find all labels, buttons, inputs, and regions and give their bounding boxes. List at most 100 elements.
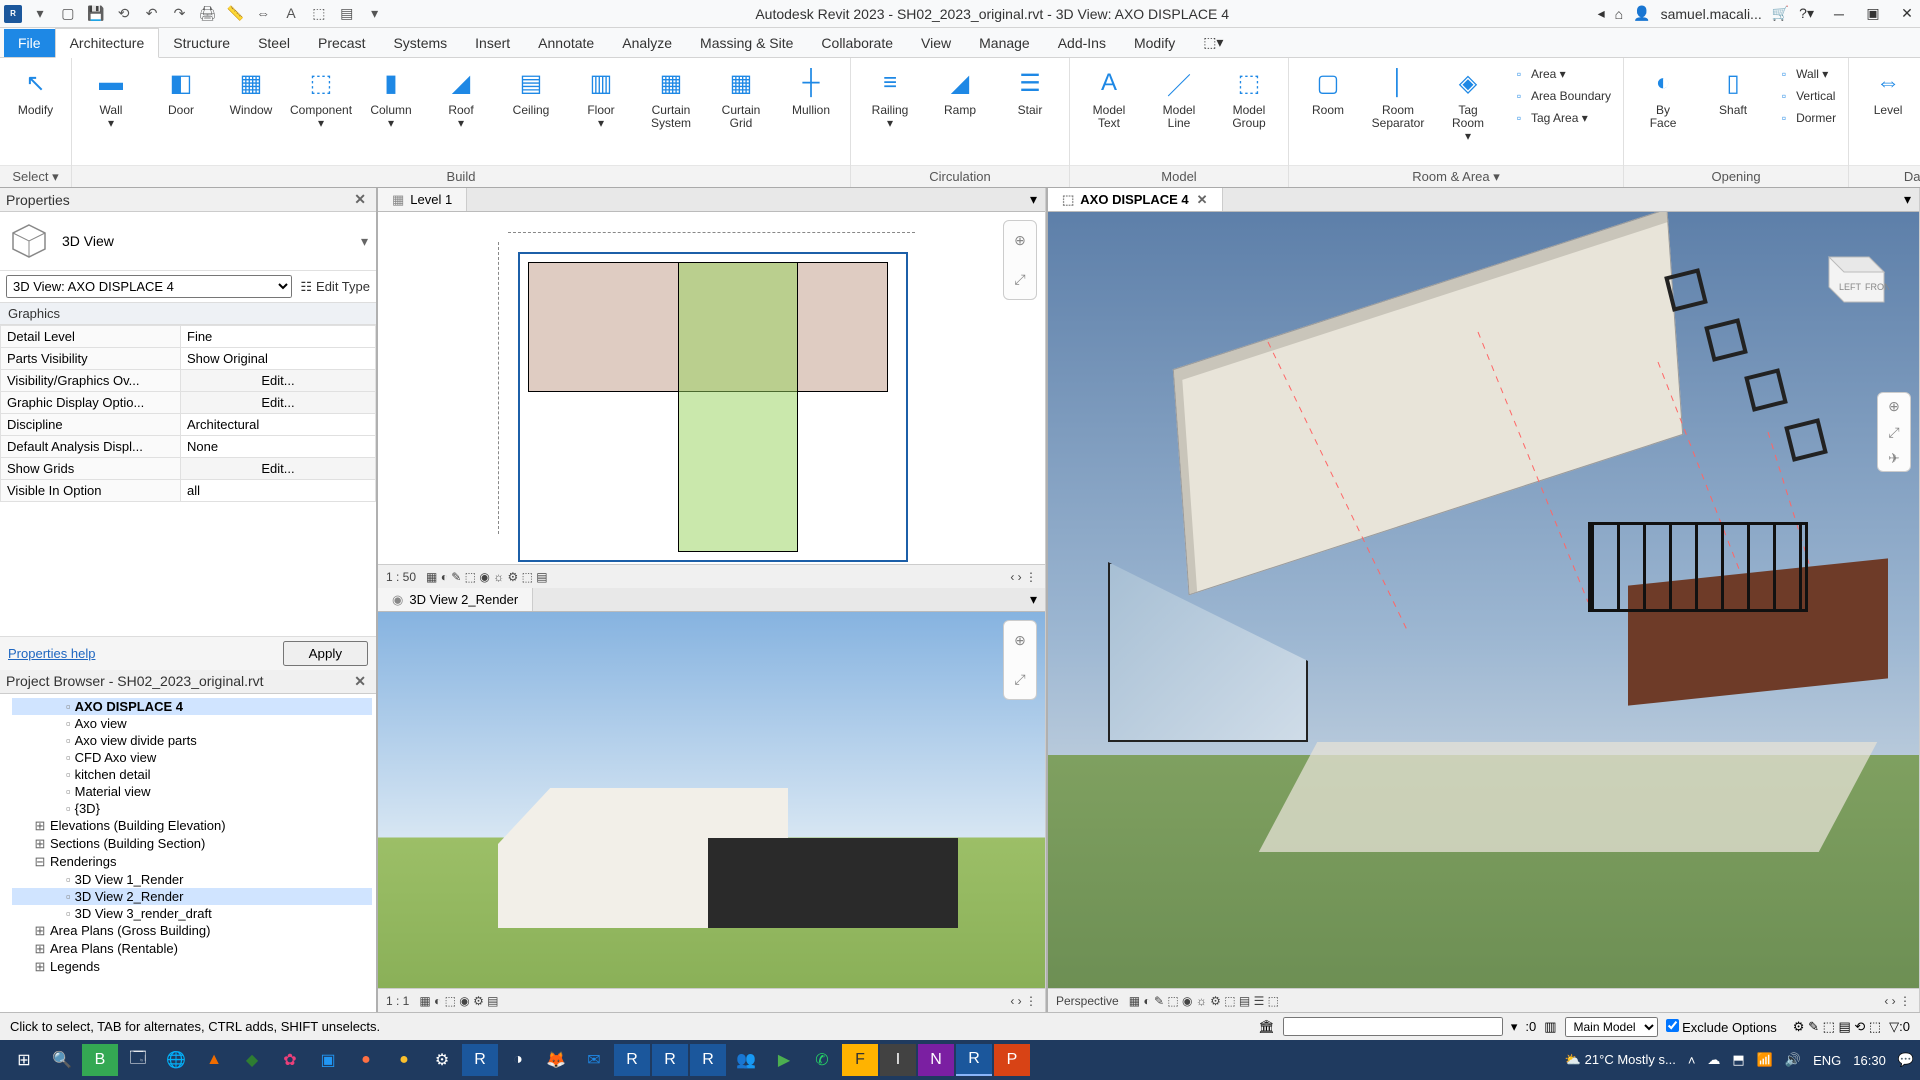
close-button[interactable]: ✕ bbox=[1898, 7, 1916, 21]
view-maximize-icon[interactable]: ▾ bbox=[1896, 188, 1919, 211]
ribbon-tab-collaborate[interactable]: Collaborate bbox=[807, 29, 907, 57]
viewcube[interactable]: LEFTFRONT bbox=[1809, 242, 1889, 312]
app-store-icon[interactable]: 🛒 bbox=[1772, 5, 1789, 22]
wall-button[interactable]: ▫Wall ▾ bbox=[1772, 64, 1840, 84]
properties-instance-select[interactable]: 3D View: AXO DISPLACE 4 bbox=[6, 275, 292, 298]
viewport-level1[interactable]: ⊕⤢ bbox=[378, 212, 1045, 564]
notifications-icon[interactable]: 💬 bbox=[1898, 1052, 1914, 1068]
exclude-options-checkbox[interactable]: Exclude Options bbox=[1666, 1019, 1777, 1035]
view-tab-level1[interactable]: ▦ Level 1 bbox=[378, 188, 467, 211]
browser-node[interactable]: ▫ 3D View 1_Render bbox=[12, 871, 372, 888]
user-name[interactable]: samuel.macali... bbox=[1661, 6, 1762, 22]
browser-node[interactable]: ▫ CFD Axo view bbox=[12, 749, 372, 766]
taskbar-app[interactable]: ⚙ bbox=[424, 1044, 460, 1076]
help-icon[interactable]: ?▾ bbox=[1799, 5, 1814, 22]
view-scale[interactable]: Perspective bbox=[1056, 994, 1119, 1008]
view-maximize-icon[interactable]: ▾ bbox=[1022, 588, 1045, 611]
restore-button[interactable]: ▣ bbox=[1864, 7, 1882, 21]
nav-bar[interactable]: ⊕⤢ bbox=[1003, 220, 1037, 300]
language-indicator[interactable]: ENG bbox=[1813, 1053, 1841, 1068]
area-button[interactable]: ▫Area ▾ bbox=[1507, 64, 1615, 84]
ramp-button[interactable]: ◢Ramp bbox=[929, 64, 991, 117]
room-separator-button[interactable]: │Room Separator bbox=[1367, 64, 1429, 144]
ribbon-tab-precast[interactable]: Precast bbox=[304, 29, 379, 57]
ribbon-tab-manage[interactable]: Manage bbox=[965, 29, 1044, 57]
volume-icon[interactable]: 🔊 bbox=[1785, 1052, 1801, 1068]
ribbon-tab-analyze[interactable]: Analyze bbox=[608, 29, 686, 57]
infocenter-keys-icon[interactable]: ⌂ bbox=[1615, 6, 1623, 22]
weather-widget[interactable]: ⛅ 21°C Mostly s... bbox=[1565, 1052, 1676, 1068]
view-tab-render[interactable]: ◉ 3D View 2_Render bbox=[378, 588, 533, 611]
ribbon-tab-systems[interactable]: Systems bbox=[379, 29, 461, 57]
browser-node[interactable]: ⊟Renderings bbox=[12, 853, 372, 871]
component-button[interactable]: ⬚Component▾ bbox=[290, 64, 352, 130]
room-button[interactable]: ▢Room bbox=[1297, 64, 1359, 144]
column-button[interactable]: ▮Column▾ bbox=[360, 64, 422, 130]
browser-node[interactable]: ▫ Axo view bbox=[12, 715, 372, 732]
qat-undo-icon[interactable]: ↶ bbox=[140, 3, 164, 25]
vlc-icon[interactable]: ▲ bbox=[196, 1044, 232, 1076]
taskbar-app[interactable]: ● bbox=[348, 1044, 384, 1076]
ribbon-tab-modify[interactable]: Modify bbox=[1120, 29, 1189, 57]
start-button[interactable]: ⊞ bbox=[6, 1044, 42, 1076]
browser-node[interactable]: ▫ AXO DISPLACE 4 bbox=[12, 698, 372, 715]
taskbar-app[interactable]: I bbox=[880, 1044, 916, 1076]
curtain-grid-button[interactable]: ▦Curtain Grid bbox=[710, 64, 772, 130]
window-button[interactable]: ▦Window bbox=[220, 64, 282, 117]
qat-thin-icon[interactable]: ▾ bbox=[363, 3, 387, 25]
ceiling-button[interactable]: ▤Ceiling bbox=[500, 64, 562, 117]
model-text-button[interactable]: AModel Text bbox=[1078, 64, 1140, 130]
taskbar-app[interactable]: ◆ bbox=[234, 1044, 270, 1076]
qat-sync-icon[interactable]: ⟲ bbox=[112, 3, 136, 25]
revit-instance-icon[interactable]: R bbox=[652, 1044, 688, 1076]
properties-type-selector[interactable]: 3D View ▾ bbox=[0, 212, 376, 271]
ribbon-tab-extra[interactable]: ⬚▾ bbox=[1189, 28, 1237, 57]
ribbon-tab-steel[interactable]: Steel bbox=[244, 29, 304, 57]
ribbon-tab-massing-site[interactable]: Massing & Site bbox=[686, 29, 807, 57]
browser-node[interactable]: ⊞Elevations (Building Elevation) bbox=[12, 817, 372, 835]
browser-node[interactable]: ▫ Axo view divide parts bbox=[12, 732, 372, 749]
ribbon-tab-file[interactable]: File bbox=[4, 29, 55, 57]
prop-value[interactable]: None bbox=[181, 436, 376, 458]
by-face-button[interactable]: ◐By Face bbox=[1632, 64, 1694, 130]
model-line-button[interactable]: ／Model Line bbox=[1148, 64, 1210, 130]
properties-category[interactable]: Graphics bbox=[0, 302, 376, 325]
user-icon[interactable]: 👤 bbox=[1633, 5, 1650, 22]
browser-node[interactable]: ⊞Legends bbox=[12, 958, 372, 976]
taskbar-app[interactable]: 🗔 bbox=[120, 1044, 156, 1076]
panel-label-room-area[interactable]: Room & Area ▾ bbox=[1289, 165, 1623, 187]
ribbon-tab-architecture[interactable]: Architecture bbox=[55, 28, 160, 58]
onenote-icon[interactable]: N bbox=[918, 1044, 954, 1076]
prop-value[interactable]: Edit... bbox=[181, 458, 376, 480]
whatsapp-icon[interactable]: ✆ bbox=[804, 1044, 840, 1076]
model-icon[interactable]: ▥ bbox=[1544, 1019, 1556, 1035]
qat-new-icon[interactable]: ▢ bbox=[56, 3, 80, 25]
qat-save-icon[interactable]: 💾 bbox=[84, 3, 108, 25]
view-control-icons[interactable]: ▦ ◐ ✎ ⬚ ◉ ☼ ⚙ ⬚ ▤ bbox=[426, 570, 548, 584]
infocenter-back-icon[interactable]: ◂ bbox=[1598, 5, 1605, 22]
view-maximize-icon[interactable]: ▾ bbox=[1022, 188, 1045, 211]
view-control-icons[interactable]: ▦ ◐ ✎ ⬚ ◉ ☼ ⚙ ⬚ ▤ ☰ ⬚ bbox=[1129, 994, 1279, 1008]
modify-button[interactable]: ↖ Modify bbox=[8, 64, 63, 117]
prop-value[interactable]: Fine bbox=[181, 326, 376, 348]
prop-value[interactable]: Architectural bbox=[181, 414, 376, 436]
edit-type-button[interactable]: ☷ Edit Type bbox=[300, 279, 370, 295]
properties-help-link[interactable]: Properties help bbox=[8, 646, 95, 661]
tray-icon[interactable]: ⬒ bbox=[1732, 1052, 1744, 1068]
browser-node[interactable]: ▫ 3D View 3_render_draft bbox=[12, 905, 372, 922]
view-scale[interactable]: 1 : 1 bbox=[386, 994, 409, 1008]
view-close-icon[interactable]: ✕ bbox=[1197, 192, 1208, 208]
roof-button[interactable]: ◢Roof▾ bbox=[430, 64, 492, 130]
floor-button[interactable]: ▥Floor▾ bbox=[570, 64, 632, 130]
tray-chevron-icon[interactable]: ˄ bbox=[1688, 1053, 1696, 1068]
qat-print-icon[interactable]: 🖨 bbox=[195, 3, 219, 25]
chrome-icon[interactable]: 🌐 bbox=[158, 1044, 194, 1076]
browser-close-icon[interactable]: ✕ bbox=[350, 673, 370, 690]
wifi-icon[interactable]: 📶 bbox=[1757, 1052, 1773, 1068]
search-icon[interactable]: 🔍 bbox=[44, 1044, 80, 1076]
nav-bar[interactable]: ⊕⤢ bbox=[1003, 620, 1037, 700]
view-scale[interactable]: 1 : 50 bbox=[386, 570, 416, 584]
filter-count[interactable]: ▽:0 bbox=[1889, 1019, 1910, 1035]
view-tab-axo[interactable]: ⬚ AXO DISPLACE 4 ✕ bbox=[1048, 188, 1223, 211]
browser-node[interactable]: ⊞Area Plans (Gross Building) bbox=[12, 922, 372, 940]
